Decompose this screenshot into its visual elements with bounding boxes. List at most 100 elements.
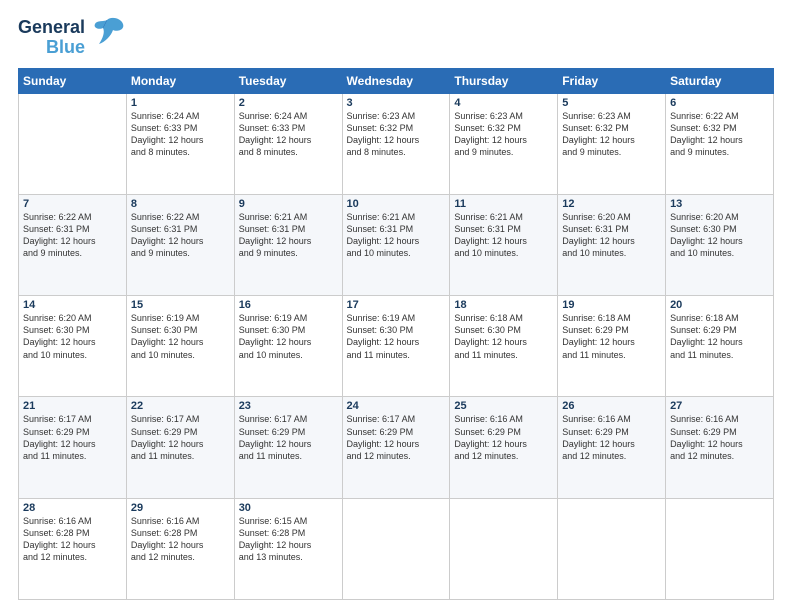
cell-info: Sunrise: 6:17 AMSunset: 6:29 PMDaylight:…: [239, 413, 338, 462]
cell-info: Sunrise: 6:16 AMSunset: 6:29 PMDaylight:…: [454, 413, 553, 462]
cell-info: Sunrise: 6:19 AMSunset: 6:30 PMDaylight:…: [131, 312, 230, 361]
calendar-cell: 4Sunrise: 6:23 AMSunset: 6:32 PMDaylight…: [450, 93, 558, 194]
calendar-cell: 25Sunrise: 6:16 AMSunset: 6:29 PMDayligh…: [450, 397, 558, 498]
calendar-week-row: 28Sunrise: 6:16 AMSunset: 6:28 PMDayligh…: [19, 498, 774, 599]
calendar-cell: [558, 498, 666, 599]
calendar-cell: 17Sunrise: 6:19 AMSunset: 6:30 PMDayligh…: [342, 296, 450, 397]
cell-info: Sunrise: 6:24 AMSunset: 6:33 PMDaylight:…: [131, 110, 230, 159]
cell-info: Sunrise: 6:23 AMSunset: 6:32 PMDaylight:…: [454, 110, 553, 159]
cell-info: Sunrise: 6:16 AMSunset: 6:28 PMDaylight:…: [23, 515, 122, 564]
calendar-cell: 26Sunrise: 6:16 AMSunset: 6:29 PMDayligh…: [558, 397, 666, 498]
weekday-header-monday: Monday: [126, 68, 234, 93]
cell-info: Sunrise: 6:20 AMSunset: 6:30 PMDaylight:…: [670, 211, 769, 260]
day-number: 30: [239, 502, 338, 514]
cell-info: Sunrise: 6:21 AMSunset: 6:31 PMDaylight:…: [347, 211, 446, 260]
calendar-cell: 7Sunrise: 6:22 AMSunset: 6:31 PMDaylight…: [19, 194, 127, 295]
day-number: 19: [562, 299, 661, 311]
calendar-cell: 23Sunrise: 6:17 AMSunset: 6:29 PMDayligh…: [234, 397, 342, 498]
day-number: 9: [239, 198, 338, 210]
calendar-cell: 12Sunrise: 6:20 AMSunset: 6:31 PMDayligh…: [558, 194, 666, 295]
day-number: 24: [347, 400, 446, 412]
day-number: 4: [454, 97, 553, 109]
weekday-header-wednesday: Wednesday: [342, 68, 450, 93]
calendar-table: SundayMondayTuesdayWednesdayThursdayFrid…: [18, 68, 774, 600]
calendar-cell: 30Sunrise: 6:15 AMSunset: 6:28 PMDayligh…: [234, 498, 342, 599]
day-number: 25: [454, 400, 553, 412]
calendar-cell: [666, 498, 774, 599]
calendar-cell: 21Sunrise: 6:17 AMSunset: 6:29 PMDayligh…: [19, 397, 127, 498]
calendar-week-row: 7Sunrise: 6:22 AMSunset: 6:31 PMDaylight…: [19, 194, 774, 295]
cell-info: Sunrise: 6:18 AMSunset: 6:29 PMDaylight:…: [562, 312, 661, 361]
calendar-cell: 16Sunrise: 6:19 AMSunset: 6:30 PMDayligh…: [234, 296, 342, 397]
logo-text-blue: Blue: [46, 38, 85, 58]
day-number: 3: [347, 97, 446, 109]
day-number: 12: [562, 198, 661, 210]
cell-info: Sunrise: 6:15 AMSunset: 6:28 PMDaylight:…: [239, 515, 338, 564]
weekday-header-saturday: Saturday: [666, 68, 774, 93]
calendar-cell: 14Sunrise: 6:20 AMSunset: 6:30 PMDayligh…: [19, 296, 127, 397]
cell-info: Sunrise: 6:22 AMSunset: 6:31 PMDaylight:…: [131, 211, 230, 260]
day-number: 23: [239, 400, 338, 412]
calendar-cell: [19, 93, 127, 194]
calendar-cell: 28Sunrise: 6:16 AMSunset: 6:28 PMDayligh…: [19, 498, 127, 599]
page: General Blue SundayMondayTuesdayWednesda…: [0, 0, 792, 612]
day-number: 5: [562, 97, 661, 109]
cell-info: Sunrise: 6:23 AMSunset: 6:32 PMDaylight:…: [562, 110, 661, 159]
calendar-week-row: 1Sunrise: 6:24 AMSunset: 6:33 PMDaylight…: [19, 93, 774, 194]
calendar-cell: 5Sunrise: 6:23 AMSunset: 6:32 PMDaylight…: [558, 93, 666, 194]
calendar-cell: [342, 498, 450, 599]
calendar-cell: 6Sunrise: 6:22 AMSunset: 6:32 PMDaylight…: [666, 93, 774, 194]
cell-info: Sunrise: 6:20 AMSunset: 6:30 PMDaylight:…: [23, 312, 122, 361]
calendar-cell: 20Sunrise: 6:18 AMSunset: 6:29 PMDayligh…: [666, 296, 774, 397]
weekday-header-row: SundayMondayTuesdayWednesdayThursdayFrid…: [19, 68, 774, 93]
day-number: 18: [454, 299, 553, 311]
cell-info: Sunrise: 6:17 AMSunset: 6:29 PMDaylight:…: [347, 413, 446, 462]
calendar-cell: 29Sunrise: 6:16 AMSunset: 6:28 PMDayligh…: [126, 498, 234, 599]
day-number: 1: [131, 97, 230, 109]
day-number: 27: [670, 400, 769, 412]
calendar-week-row: 21 Sunrise: 6:17 AMSunset: 6:29 PMDayligh…: [19, 397, 774, 498]
calendar-cell: 22Sunrise: 6:17 AMSunset: 6:29 PMDayligh…: [126, 397, 234, 498]
logo-bird-icon: [89, 14, 125, 57]
calendar-cell: 18Sunrise: 6:18 AMSunset: 6:30 PMDayligh…: [450, 296, 558, 397]
day-number: 15: [131, 299, 230, 311]
cell-info: Sunrise: 6:24 AMSunset: 6:33 PMDaylight:…: [239, 110, 338, 159]
cell-info: Sunrise: 6:16 AMSunset: 6:29 PMDaylight:…: [670, 413, 769, 462]
day-number: 22: [131, 400, 230, 412]
day-number: 7: [23, 198, 122, 210]
cell-info: Sunrise: 6:16 AMSunset: 6:28 PMDaylight:…: [131, 515, 230, 564]
day-number: 20: [670, 299, 769, 311]
cell-info: Sunrise: 6:19 AMSunset: 6:30 PMDaylight:…: [239, 312, 338, 361]
weekday-header-friday: Friday: [558, 68, 666, 93]
calendar-cell: 19Sunrise: 6:18 AMSunset: 6:29 PMDayligh…: [558, 296, 666, 397]
day-number: 13: [670, 198, 769, 210]
day-number: 17: [347, 299, 446, 311]
cell-info: Sunrise: 6:22 AMSunset: 6:31 PMDaylight:…: [23, 211, 122, 260]
day-number: 16: [239, 299, 338, 311]
cell-info: Sunrise: 6:23 AMSunset: 6:32 PMDaylight:…: [347, 110, 446, 159]
calendar-cell: 13Sunrise: 6:20 AMSunset: 6:30 PMDayligh…: [666, 194, 774, 295]
day-number: 28: [23, 502, 122, 514]
cell-info: Sunrise: 6:21 AMSunset: 6:31 PMDaylight:…: [454, 211, 553, 260]
weekday-header-tuesday: Tuesday: [234, 68, 342, 93]
calendar-cell: 1Sunrise: 6:24 AMSunset: 6:33 PMDaylight…: [126, 93, 234, 194]
day-number: 29: [131, 502, 230, 514]
day-number: 21: [23, 400, 122, 412]
cell-info: Sunrise: 6:20 AMSunset: 6:31 PMDaylight:…: [562, 211, 661, 260]
day-number: 10: [347, 198, 446, 210]
cell-info: Sunrise: 6:18 AMSunset: 6:29 PMDaylight:…: [670, 312, 769, 361]
day-number: 11: [454, 198, 553, 210]
calendar-cell: 27Sunrise: 6:16 AMSunset: 6:29 PMDayligh…: [666, 397, 774, 498]
calendar-cell: 15Sunrise: 6:19 AMSunset: 6:30 PMDayligh…: [126, 296, 234, 397]
cell-info: Sunrise: 6:22 AMSunset: 6:32 PMDaylight:…: [670, 110, 769, 159]
calendar-cell: [450, 498, 558, 599]
logo: General Blue: [18, 18, 125, 58]
calendar-cell: 11Sunrise: 6:21 AMSunset: 6:31 PMDayligh…: [450, 194, 558, 295]
cell-info: Sunrise: 6:19 AMSunset: 6:30 PMDaylight:…: [347, 312, 446, 361]
day-number: 8: [131, 198, 230, 210]
weekday-header-sunday: Sunday: [19, 68, 127, 93]
day-number: 26: [562, 400, 661, 412]
calendar-cell: 2Sunrise: 6:24 AMSunset: 6:33 PMDaylight…: [234, 93, 342, 194]
calendar-week-row: 14Sunrise: 6:20 AMSunset: 6:30 PMDayligh…: [19, 296, 774, 397]
logo-text-general: General: [18, 18, 85, 38]
